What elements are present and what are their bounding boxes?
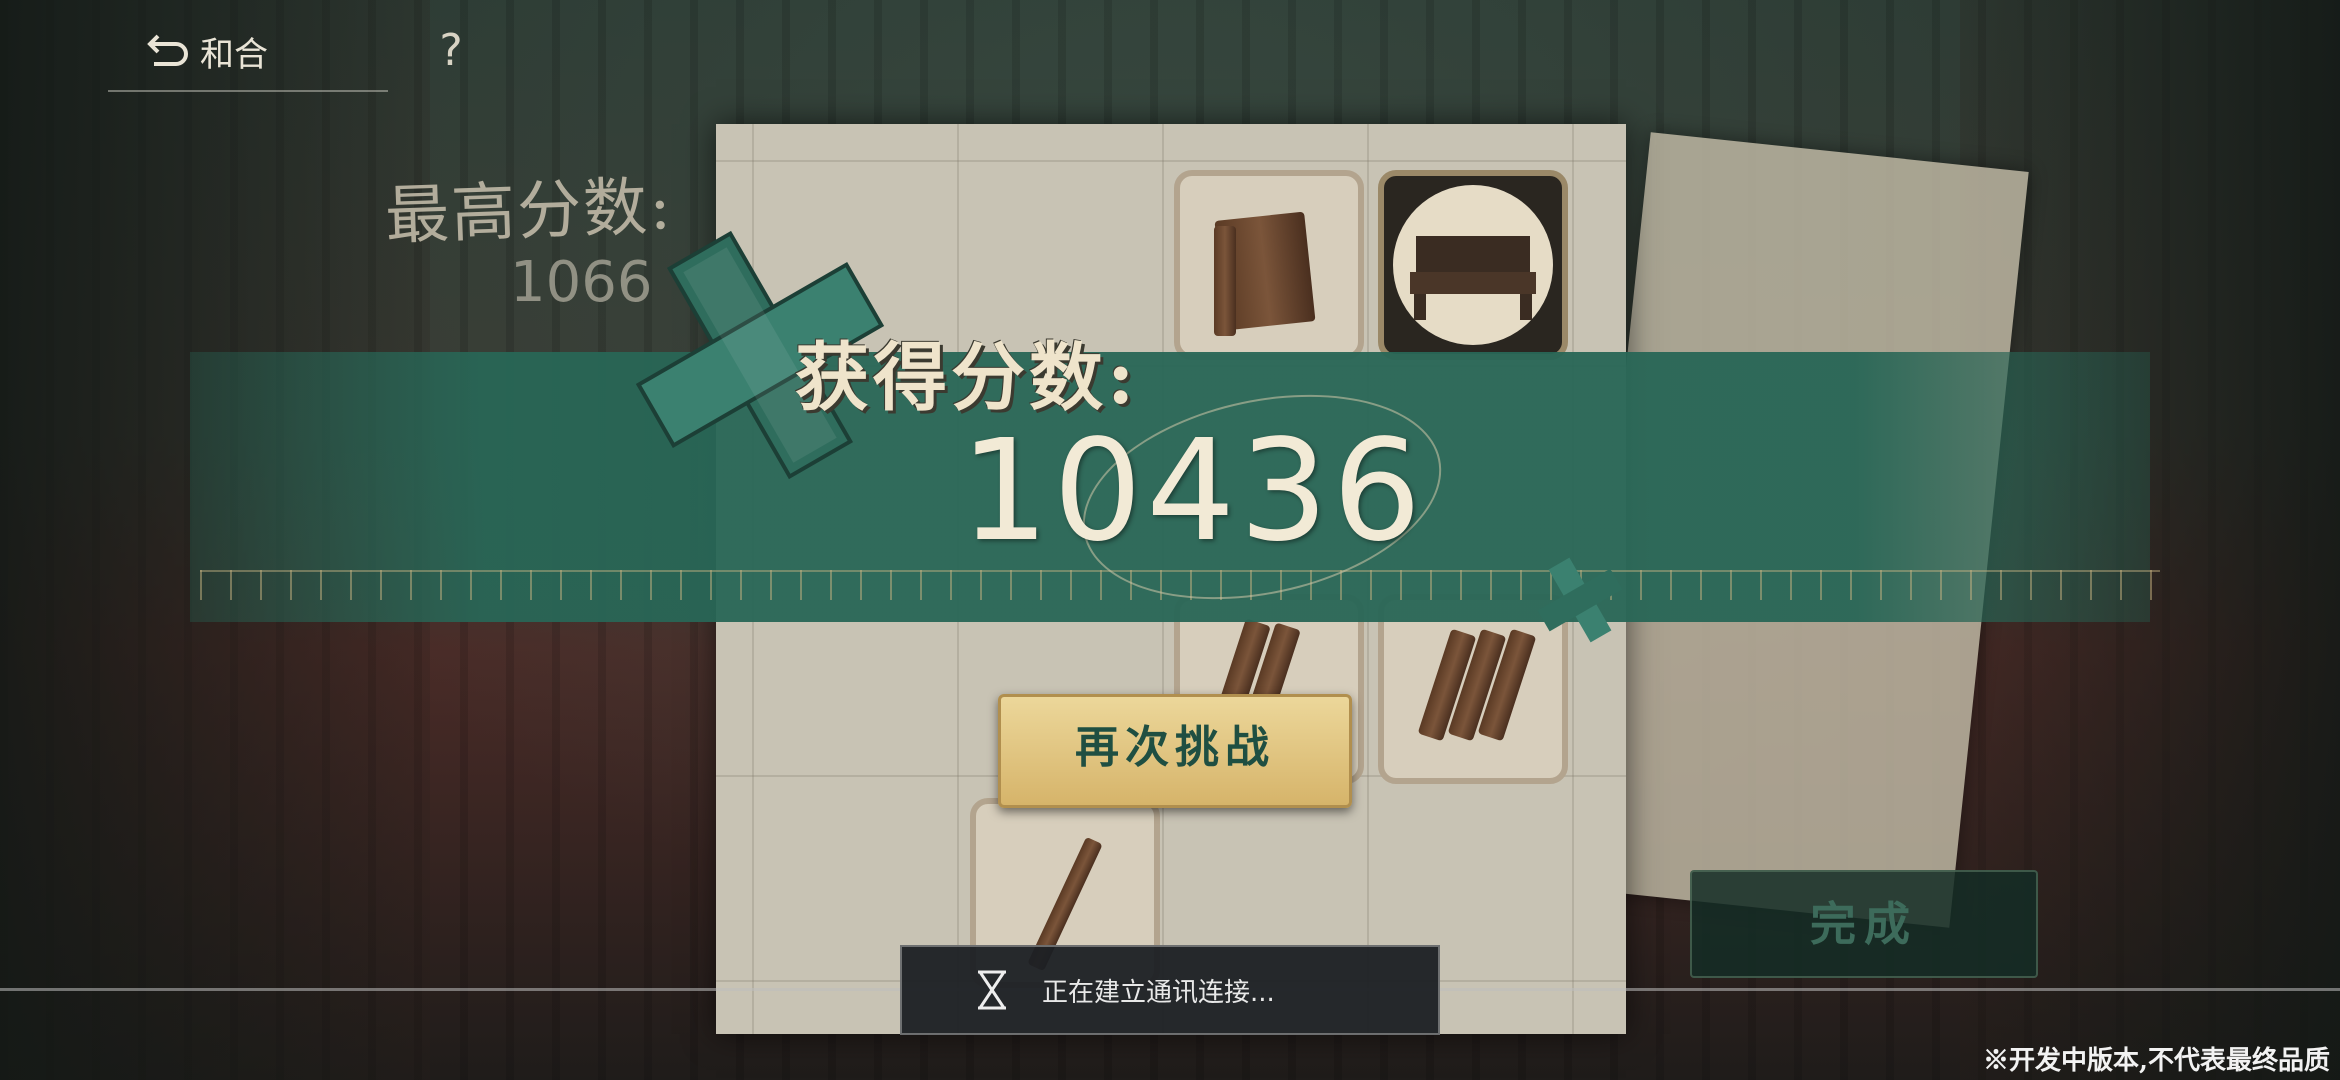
top-nav: 和合 ? xyxy=(108,18,463,92)
dev-version-notice: ※开发中版本,不代表最终品质 xyxy=(1982,1046,2330,1076)
back-button[interactable]: 和合 xyxy=(144,26,268,76)
retry-button[interactable]: 再次挑战 xyxy=(998,694,1352,808)
daybed-tile xyxy=(1378,170,1568,360)
connection-status: 正在建立通讯连接... xyxy=(900,945,1440,1035)
wood-board-tile xyxy=(1174,170,1364,360)
help-button[interactable]: ? xyxy=(426,26,476,76)
hourglass-icon xyxy=(978,970,1006,1010)
back-label: 和合 xyxy=(200,34,268,75)
daybed-icon xyxy=(1393,185,1553,345)
score-value: 10436 xyxy=(960,410,1426,573)
done-button[interactable]: 完成 xyxy=(1690,870,2038,978)
connection-text: 正在建立通讯连接... xyxy=(1042,977,1275,1008)
back-arrow-icon xyxy=(147,34,188,66)
small-cross-emblem-icon xyxy=(1537,557,1623,643)
score-label: 获得分数: xyxy=(795,335,1139,421)
